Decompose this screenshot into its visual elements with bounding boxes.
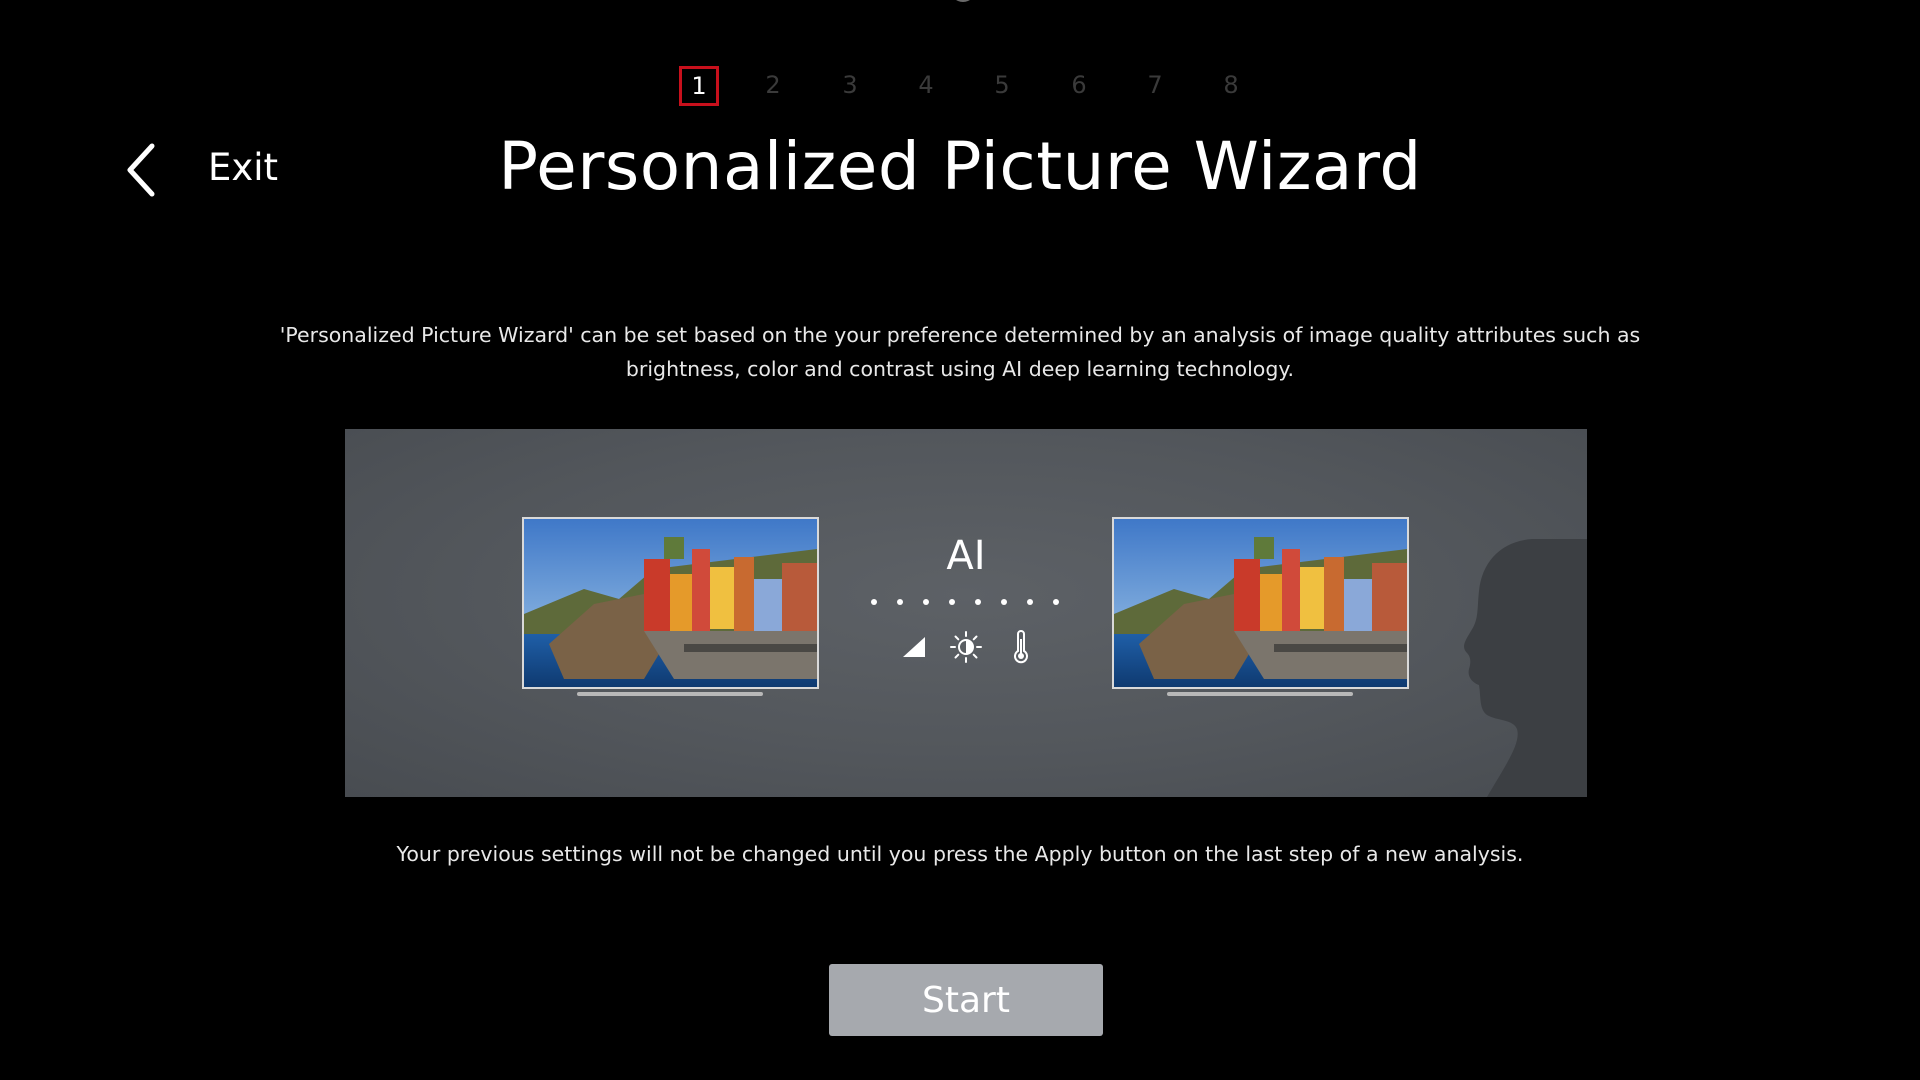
note-text: Your previous settings will not be chang… <box>396 842 1524 866</box>
step-3: 3 <box>842 71 858 99</box>
page-title: Personalized Picture Wizard <box>498 128 1422 205</box>
color-temperature-icon <box>1014 630 1028 664</box>
step-6: 6 <box>1071 71 1087 99</box>
start-button[interactable]: Start <box>829 964 1103 1036</box>
progress-dots <box>871 599 1061 607</box>
wizard-screen: 1 2 3 4 5 6 7 8 Exit Personalized Pictur… <box>0 0 1920 1080</box>
step-2: 2 <box>765 71 781 99</box>
tv-stand <box>1167 692 1353 696</box>
tv-stand <box>577 692 763 696</box>
description-text: 'Personalized Picture Wizard' can be set… <box>279 323 1641 381</box>
top-edge-indicator <box>950 0 976 2</box>
brightness-icon <box>950 631 982 663</box>
coastal-town-image <box>1114 519 1407 687</box>
tv-after-image <box>1112 517 1409 689</box>
step-8: 8 <box>1223 71 1239 99</box>
illustration-panel: AI <box>345 429 1587 797</box>
contrast-icon <box>903 637 925 657</box>
viewer-silhouette-icon <box>1464 539 1587 797</box>
step-7: 7 <box>1147 71 1163 99</box>
step-1: 1 <box>679 66 719 106</box>
step-4: 4 <box>918 71 934 99</box>
step-5: 5 <box>994 71 1010 99</box>
